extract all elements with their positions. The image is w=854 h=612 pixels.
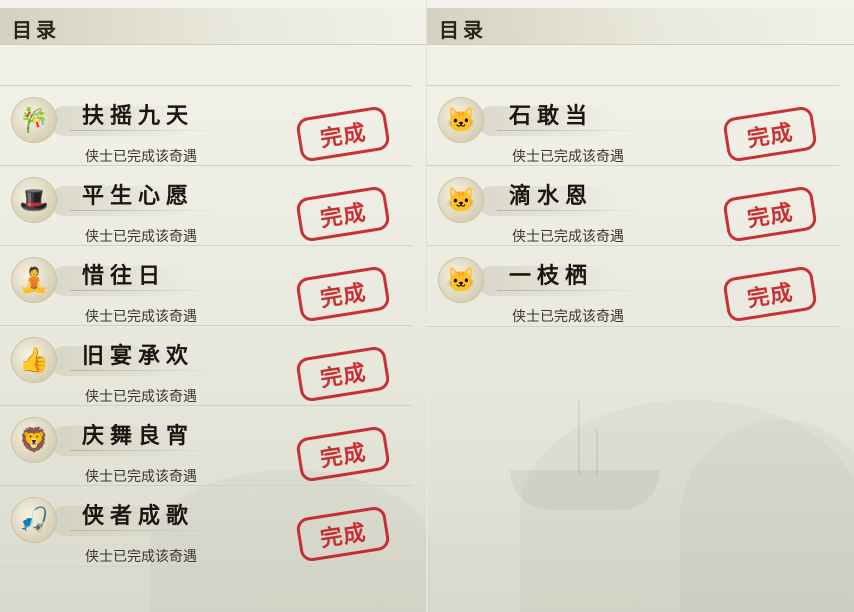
completed-stamp: 完成 <box>295 425 391 483</box>
bamboo-scroll-icon: 🎋 <box>12 98 56 142</box>
adventure-item[interactable]: 👍 旧宴承欢 侠士已完成该奇遇 完成 <box>0 325 412 406</box>
name-underline <box>70 450 220 451</box>
thumbs-up-icon: 👍 <box>12 338 56 382</box>
adventure-item[interactable]: 🐱 石敢当 侠士已完成该奇遇 完成 <box>427 85 839 166</box>
adventure-status: 侠士已完成该奇遇 <box>512 229 624 245</box>
left-panel: 目录 🎋 扶摇九天 侠士已完成该奇遇 完成 🎩 平生心愿 侠士已完成该奇遇 完成… <box>0 0 427 612</box>
name-underline <box>70 370 220 371</box>
golden-buddha-icon: 🧘 <box>12 258 56 302</box>
right-panel-header: 目录 <box>427 8 854 45</box>
fishing-rod-icon: 🎣 <box>12 498 56 542</box>
left-panel-header: 目录 <box>0 8 427 45</box>
adventure-item[interactable]: 🧘 惜往日 侠士已完成该奇遇 完成 <box>0 245 412 326</box>
adventure-status: 侠士已完成该奇遇 <box>512 149 624 165</box>
official-portrait-icon: 🎩 <box>12 178 56 222</box>
adventure-status: 侠士已完成该奇遇 <box>85 389 197 405</box>
adventure-status: 侠士已完成该奇遇 <box>85 549 197 565</box>
name-underline <box>70 130 220 131</box>
completed-stamp: 完成 <box>295 105 391 163</box>
adventure-item[interactable]: 🦁 庆舞良宵 侠士已完成该奇遇 完成 <box>0 405 412 486</box>
completed-stamp: 完成 <box>722 105 818 163</box>
cat-portrait-icon: 🐱 <box>439 178 483 222</box>
adventure-name: 石敢当 <box>509 103 594 129</box>
adventure-name: 侠者成歌 <box>82 503 195 529</box>
adventure-item[interactable]: 🐱 滴水恩 侠士已完成该奇遇 完成 <box>427 165 839 246</box>
name-underline <box>70 290 220 291</box>
adventure-status: 侠士已完成该奇遇 <box>85 149 197 165</box>
completed-stamp: 完成 <box>722 185 818 243</box>
right-panel: 目录 🐱 石敢当 侠士已完成该奇遇 完成 🐱 滴水恩 侠士已完成该奇遇 完成 🐱… <box>427 0 854 612</box>
adventure-status: 侠士已完成该奇遇 <box>85 469 197 485</box>
adventure-name: 庆舞良宵 <box>82 423 195 449</box>
adventure-name: 旧宴承欢 <box>82 343 195 369</box>
completed-stamp: 完成 <box>295 185 391 243</box>
adventure-name: 平生心愿 <box>82 183 195 209</box>
completed-stamp: 完成 <box>295 345 391 403</box>
adventure-item[interactable]: 🎩 平生心愿 侠士已完成该奇遇 完成 <box>0 165 412 246</box>
completed-stamp: 完成 <box>295 265 391 323</box>
adventure-name: 扶摇九天 <box>82 103 195 129</box>
adventure-status: 侠士已完成该奇遇 <box>85 229 197 245</box>
adventure-name: 滴水恩 <box>509 183 594 209</box>
left-panel-title: 目录 <box>12 18 60 42</box>
cat-portrait-icon: 🐱 <box>439 258 483 302</box>
name-underline <box>497 290 647 291</box>
adventure-status: 侠士已完成该奇遇 <box>85 309 197 325</box>
right-panel-title: 目录 <box>439 18 487 42</box>
adventure-name: 惜往日 <box>82 263 167 289</box>
name-underline <box>70 210 220 211</box>
name-underline <box>497 130 647 131</box>
lion-dance-icon: 🦁 <box>12 418 56 462</box>
name-underline <box>497 210 647 211</box>
completed-stamp: 完成 <box>295 505 391 563</box>
cat-portrait-icon: 🐱 <box>439 98 483 142</box>
completed-stamp: 完成 <box>722 265 818 323</box>
adventure-name: 一枝栖 <box>509 263 594 289</box>
name-underline <box>70 530 220 531</box>
adventure-item[interactable]: 🐱 一枝栖 侠士已完成该奇遇 完成 <box>427 245 839 327</box>
adventure-item[interactable]: 🎋 扶摇九天 侠士已完成该奇遇 完成 <box>0 85 412 166</box>
adventure-item[interactable]: 🎣 侠者成歌 侠士已完成该奇遇 完成 <box>0 485 412 567</box>
adventure-status: 侠士已完成该奇遇 <box>512 309 624 325</box>
